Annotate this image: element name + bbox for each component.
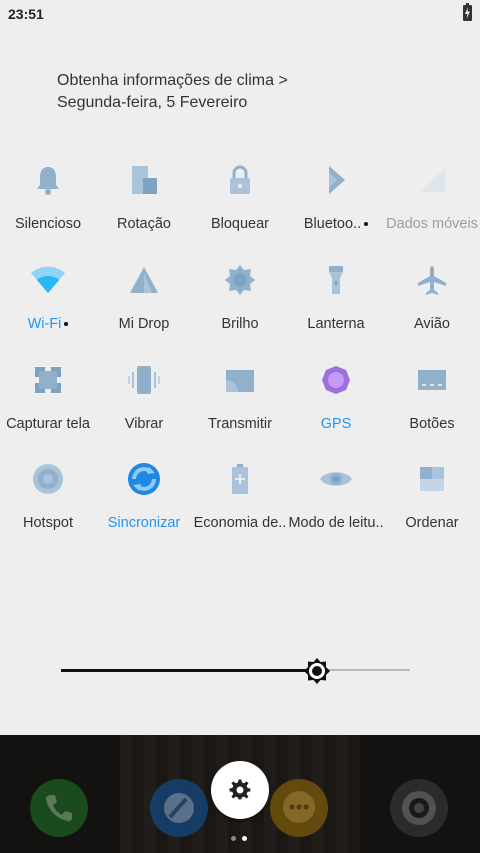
tile-label: Bloquear	[210, 216, 270, 232]
reading-mode-icon	[316, 459, 356, 499]
tile-hotspot[interactable]: Hotspot	[0, 459, 96, 559]
tile-label: Lanterna	[307, 316, 365, 332]
page-indicator	[231, 836, 251, 842]
tile-label: Modo de leitu..	[288, 515, 384, 531]
messages-app-icon[interactable]	[270, 779, 328, 837]
gps-icon	[316, 360, 356, 400]
tile-label: Wi-Fi	[0, 316, 96, 332]
status-bar: 23:51	[0, 0, 480, 28]
screenshot-icon	[28, 360, 68, 400]
status-time: 23:51	[8, 6, 44, 22]
brightness-thumb-icon[interactable]	[303, 657, 331, 685]
buttons-icon	[412, 360, 452, 400]
tile-rotacao[interactable]: Rotação	[96, 160, 192, 260]
bluetooth-icon	[316, 160, 356, 200]
date-text: Segunda-feira, 5 Fevereiro	[57, 94, 248, 111]
tile-ordenar[interactable]: Ordenar	[384, 459, 480, 559]
tile-bluetooth[interactable]: Bluetoo..	[288, 160, 384, 260]
tile-label: Avião	[413, 316, 450, 332]
weather-link[interactable]: Obtenha informações de clima >	[57, 72, 288, 90]
tile-transmitir[interactable]: Transmitir	[192, 360, 288, 460]
cast-icon	[220, 360, 260, 400]
tile-economia[interactable]: Economia de..	[192, 459, 288, 559]
airplane-icon	[412, 260, 452, 300]
hotspot-icon	[28, 459, 68, 499]
brightness-icon	[220, 260, 260, 300]
tile-label: Economia de..	[193, 515, 287, 531]
tile-label: Capturar tela	[6, 416, 90, 432]
sort-icon	[412, 459, 452, 499]
page-dot-active	[242, 836, 247, 841]
indicator-dot	[364, 222, 369, 227]
tile-botoes[interactable]: Botões	[384, 360, 480, 460]
tile-gps[interactable]: GPS	[288, 360, 384, 460]
page-dot	[231, 836, 236, 841]
tile-dados-moveis[interactable]: Dados móveis	[384, 160, 480, 260]
wifi-icon	[28, 260, 68, 300]
tile-silencioso[interactable]: Silencioso	[0, 160, 96, 260]
sync-icon	[124, 459, 164, 499]
tile-label: Hotspot	[23, 515, 73, 531]
bell-icon	[28, 160, 68, 200]
tile-aviao[interactable]: Avião	[384, 260, 480, 360]
rotation-icon	[124, 160, 164, 200]
indicator-dot	[64, 322, 69, 327]
tile-label: Ordenar	[405, 515, 459, 531]
flashlight-icon	[316, 260, 356, 300]
tile-wifi[interactable]: Wi-Fi	[0, 260, 96, 360]
lock-icon	[220, 160, 260, 200]
tile-label: Bluetoo..	[288, 216, 384, 232]
vibrate-icon	[124, 360, 164, 400]
battery-charging-icon	[463, 3, 472, 21]
tile-label: Silencioso	[14, 216, 82, 232]
mi-drop-icon	[124, 260, 164, 300]
camera-app-icon[interactable]	[390, 779, 448, 837]
tile-lanterna[interactable]: Lanterna	[288, 260, 384, 360]
slider-track-filled	[61, 669, 318, 672]
tile-label: Mi Drop	[118, 316, 170, 332]
battery-saver-icon	[220, 459, 260, 499]
tile-brilho[interactable]: Brilho	[192, 260, 288, 360]
browser-app-icon[interactable]	[150, 779, 208, 837]
tile-mi-drop[interactable]: Mi Drop	[96, 260, 192, 360]
tile-label: Sincronizar	[107, 515, 181, 531]
tile-label: Rotação	[116, 216, 171, 232]
tile-bloquear[interactable]: Bloquear	[192, 160, 288, 260]
tile-label: Brilho	[221, 316, 259, 332]
tile-sincronizar[interactable]: Sincronizar	[96, 459, 192, 559]
settings-button[interactable]	[211, 761, 269, 819]
tile-modo-leitura[interactable]: Modo de leitu..	[288, 459, 384, 559]
tile-vibrar[interactable]: Vibrar	[96, 360, 192, 460]
tile-label: Vibrar	[124, 416, 164, 432]
tile-label: Dados móveis	[386, 216, 478, 232]
tile-capturar-tela[interactable]: Capturar tela	[0, 360, 96, 460]
gear-icon	[229, 779, 251, 800]
mobile-data-icon	[412, 160, 452, 200]
tile-label: Botões	[409, 416, 455, 432]
tile-label: GPS	[320, 416, 352, 432]
slider-track-empty	[318, 669, 410, 671]
tile-label: Transmitir	[208, 416, 272, 432]
phone-app-icon[interactable]	[30, 779, 88, 837]
